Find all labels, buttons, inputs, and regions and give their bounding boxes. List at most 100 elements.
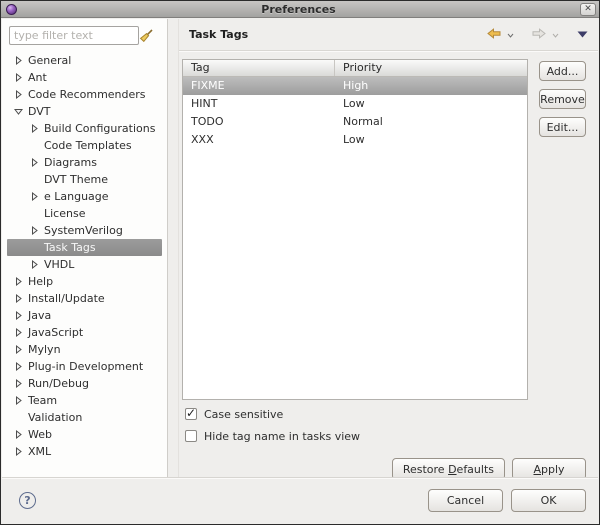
- sidebar-item-build-configurations[interactable]: Build Configurations: [7, 120, 162, 137]
- expand-arrow-icon[interactable]: [10, 379, 28, 388]
- sidebar-item-code-templates[interactable]: Code Templates: [7, 137, 162, 154]
- sidebar-item-label: SystemVerilog: [44, 224, 123, 237]
- sidebar-item-license[interactable]: License: [7, 205, 162, 222]
- sidebar-item-javascript[interactable]: JavaScript: [7, 324, 162, 341]
- remove-button[interactable]: Remove: [539, 89, 586, 109]
- view-menu-icon[interactable]: [577, 28, 588, 41]
- sidebar-item-help[interactable]: Help: [7, 273, 162, 290]
- main-content: Tag Priority FIXME High HINT Low TODO Normal X…: [179, 51, 598, 480]
- expand-arrow-icon[interactable]: [10, 345, 28, 354]
- sidebar-item-validation[interactable]: Validation: [7, 409, 162, 426]
- expand-arrow-icon[interactable]: [10, 294, 28, 303]
- ok-button[interactable]: OK: [511, 489, 586, 512]
- sidebar-item-label: XML: [28, 445, 52, 458]
- expand-arrow-icon[interactable]: [10, 311, 28, 320]
- expand-arrow-icon[interactable]: [10, 447, 28, 456]
- sidebar-item-label: DVT: [28, 105, 51, 118]
- sidebar-item-label: Java: [28, 309, 52, 322]
- nav-icons: [487, 27, 588, 42]
- sash-divider[interactable]: [168, 19, 179, 477]
- table-row-todo[interactable]: TODO Normal: [183, 113, 527, 131]
- cancel-button[interactable]: Cancel: [428, 489, 503, 512]
- close-button[interactable]: ✕: [580, 2, 596, 16]
- sidebar-item-systemverilog[interactable]: SystemVerilog: [7, 222, 162, 239]
- tag-cell: TODO: [191, 115, 224, 128]
- window-title: Preferences: [261, 2, 336, 16]
- footer-bar: ? Cancel OK: [2, 477, 598, 523]
- expand-arrow-icon[interactable]: [10, 73, 28, 82]
- expand-arrow-icon[interactable]: [26, 226, 44, 235]
- expand-arrow-icon[interactable]: [10, 362, 28, 371]
- tags-table: Tag Priority FIXME High HINT Low TODO Normal X…: [182, 59, 528, 400]
- case-sensitive-checkbox[interactable]: ✓: [185, 406, 197, 420]
- back-arrow-icon[interactable]: [487, 27, 501, 42]
- column-header-tag[interactable]: Tag: [183, 60, 335, 76]
- add-button[interactable]: Add...: [539, 61, 586, 81]
- sidebar-item-label: General: [28, 54, 72, 67]
- expand-arrow-icon[interactable]: [10, 56, 28, 65]
- sidebar-item-web[interactable]: Web: [7, 426, 162, 443]
- sidebar-item-vhdl[interactable]: VHDL: [7, 256, 162, 273]
- help-icon: ?: [24, 494, 31, 507]
- expand-arrow-icon[interactable]: [26, 158, 44, 167]
- filter-input[interactable]: [9, 26, 139, 45]
- sidebar-item-ant[interactable]: Ant: [7, 69, 162, 86]
- table-row-fixme[interactable]: FIXME High: [183, 77, 527, 95]
- expand-arrow-icon[interactable]: [26, 124, 44, 133]
- tag-cell: HINT: [191, 97, 218, 110]
- expand-arrow-icon[interactable]: [26, 192, 44, 201]
- sidebar-item-code-recommenders[interactable]: Code Recommenders: [7, 86, 162, 103]
- back-dropdown-icon[interactable]: [507, 28, 514, 41]
- collapse-arrow-icon[interactable]: [10, 107, 28, 116]
- checkmark-icon: ✓: [186, 406, 197, 420]
- sidebar-item-mylyn[interactable]: Mylyn: [7, 341, 162, 358]
- expand-arrow-icon[interactable]: [10, 90, 28, 99]
- expand-arrow-icon[interactable]: [26, 260, 44, 269]
- expand-arrow-icon[interactable]: [10, 277, 28, 286]
- sidebar-item-label: Team: [28, 394, 58, 407]
- eclipse-logo-icon: [6, 3, 17, 15]
- hide-tag-name-in-tasks-view-checkbox[interactable]: [185, 430, 197, 442]
- expand-arrow-icon[interactable]: [10, 396, 28, 405]
- clear-filter-icon[interactable]: [139, 29, 153, 46]
- column-header-priority[interactable]: Priority: [335, 60, 527, 76]
- hide-tag-name-in-tasks-view-checkbox-row[interactable]: Hide tag name in tasks view: [185, 429, 586, 443]
- sidebar-item-install-update[interactable]: Install/Update: [7, 290, 162, 307]
- edit-button[interactable]: Edit...: [539, 117, 586, 137]
- sidebar-item-label: License: [44, 207, 86, 220]
- sidebar-item-xml[interactable]: XML: [7, 443, 162, 460]
- sidebar-item-task-tags[interactable]: Task Tags: [7, 239, 162, 256]
- sidebar-item-dvt-theme[interactable]: DVT Theme: [7, 171, 162, 188]
- sidebar-item-run-debug[interactable]: Run/Debug: [7, 375, 162, 392]
- table-body: FIXME High HINT Low TODO Normal XXX Low: [183, 77, 527, 149]
- sidebar-item-label: Ant: [28, 71, 47, 84]
- sidebar-item-java[interactable]: Java: [7, 307, 162, 324]
- preferences-window: Preferences ✕ General Ant Code Recommender…: [0, 0, 600, 525]
- sidebar-item-e-language[interactable]: e Language: [7, 188, 162, 205]
- sidebar-item-label: Build Configurations: [44, 122, 156, 135]
- close-icon: ✕: [584, 3, 592, 14]
- forward-arrow-icon[interactable]: [532, 27, 546, 42]
- sidebar-item-label: Code Templates: [44, 139, 132, 152]
- sidebar-item-dvt[interactable]: DVT: [7, 103, 162, 120]
- tag-cell: FIXME: [191, 79, 225, 92]
- priority-cell: High: [343, 79, 369, 92]
- case-sensitive-checkbox-row[interactable]: ✓ Case sensitive: [185, 406, 586, 421]
- sidebar-item-team[interactable]: Team: [7, 392, 162, 409]
- sidebar-item-diagrams[interactable]: Diagrams: [7, 154, 162, 171]
- expand-arrow-icon[interactable]: [10, 430, 28, 439]
- help-button[interactable]: ?: [19, 492, 36, 509]
- dialog-body: General Ant Code Recommenders DVT Build Conf…: [2, 19, 598, 480]
- sidebar-item-label: Task Tags: [44, 241, 96, 254]
- priority-cell: Normal: [343, 115, 383, 128]
- forward-dropdown-icon[interactable]: [552, 28, 559, 41]
- sidebar-item-plug-in-development[interactable]: Plug-in Development: [7, 358, 162, 375]
- sidebar-item-label: Web: [28, 428, 52, 441]
- table-row-hint[interactable]: HINT Low: [183, 95, 527, 113]
- table-row-xxx[interactable]: XXX Low: [183, 131, 527, 149]
- sidebar-item-label: DVT Theme: [44, 173, 108, 186]
- sidebar-item-label: Help: [28, 275, 54, 288]
- titlebar[interactable]: Preferences ✕: [1, 1, 599, 18]
- sidebar-item-general[interactable]: General: [7, 52, 162, 69]
- expand-arrow-icon[interactable]: [10, 328, 28, 337]
